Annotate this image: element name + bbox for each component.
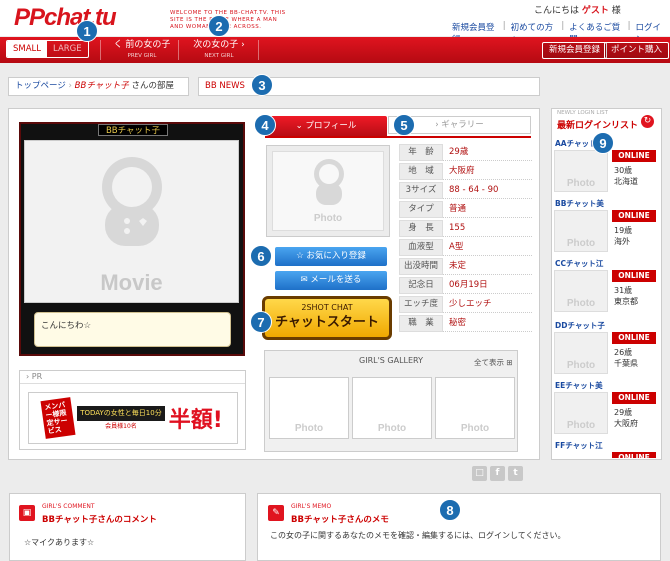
banner-badge: メンバー様限定サービス — [40, 397, 76, 439]
thumb: Photo — [554, 392, 608, 434]
thumb: Photo — [554, 210, 608, 252]
welcome-text: こんにちは ゲスト 様 — [534, 6, 621, 16]
banner-text: TODAYの女性と毎日10分 — [77, 406, 165, 421]
prev-girl-button[interactable]: く 前の女の子 PREV GIRL — [108, 40, 176, 62]
marker-7: 7 — [250, 311, 272, 333]
guest-name: ゲスト — [581, 6, 609, 16]
marker-2: 2 — [208, 15, 230, 37]
breadcrumb: トップページ › BBチャット子 さんの部屋 — [8, 77, 189, 96]
thumb: Photo — [554, 150, 608, 192]
marker-5: 5 — [393, 114, 415, 136]
comment-title: BBチャット子さんのコメント — [42, 515, 157, 525]
memo-title: BBチャット子さんのメモ — [291, 515, 389, 525]
memo-subtitle: GIRL'S MEMO — [291, 503, 332, 510]
chat-start-button[interactable]: 2SHOT CHAT チャットスタート — [262, 296, 392, 340]
comment-icon: ▣ — [19, 505, 35, 521]
profile-row: 年 齢 29歳 — [399, 144, 532, 161]
movie-player[interactable]: Movie — [24, 140, 239, 303]
movie-label: Movie — [100, 270, 163, 295]
size-small-button[interactable]: SMALL — [7, 41, 48, 57]
banner-half: 半額! — [168, 408, 223, 433]
pr-banner[interactable]: メンバー様限定サービス TODAYの女性と毎日10分 会員様10名 半額! — [28, 392, 238, 444]
profile-row: エッチ度 少しエッチ — [399, 296, 532, 313]
send-mail-button[interactable]: ✉ メールを送る — [275, 271, 387, 290]
share-icon[interactable]: □ — [472, 466, 487, 481]
online-badge: ONLINE — [612, 332, 656, 344]
marker-3: 3 — [251, 74, 273, 96]
twitter-icon[interactable]: t — [508, 466, 523, 481]
news-ticker[interactable]: BB NEWS — [198, 77, 540, 96]
profile-table: 年 齢 29歳 地 域大阪府 3サイズ 88 - 64 - 90 タイプ 普通 身 長… — [399, 144, 532, 334]
profile-photo[interactable]: Photo — [272, 151, 384, 231]
girl-name-label: BBチャット子 — [98, 124, 168, 136]
online-badge: ONLINE — [612, 210, 656, 222]
online-badge: ONLINE — [612, 392, 656, 404]
login-list-item[interactable]: CCチャット江 Photo ONLINE 31歳 東京都 — [554, 258, 658, 318]
gallery-show-all[interactable]: 全て表示 ⊞ — [474, 357, 513, 368]
profile-row: タイプ 普通 — [399, 201, 532, 218]
nav-divider — [100, 40, 101, 60]
breadcrumb-home[interactable]: トップページ — [15, 81, 66, 91]
site-logo[interactable]: PPchat.tu — [14, 4, 117, 32]
profile-row: 出没時間 未定 — [399, 258, 532, 275]
tab-underline — [265, 136, 531, 138]
marker-6: 6 — [250, 245, 272, 267]
gallery-photo[interactable]: Photo — [269, 377, 349, 439]
marker-4: 4 — [254, 114, 276, 136]
login-list-subtitle: NEWLY LOGIN LIST — [557, 110, 608, 116]
profile-row: 身 長 155 — [399, 220, 532, 237]
online-badge: ONLINE — [612, 150, 656, 162]
profile-row: 地 域大阪府 — [399, 163, 532, 180]
profile-row: 血液型 A型 — [399, 239, 532, 256]
thumb: Photo — [554, 332, 608, 374]
greeting-bubble: こんにちわ☆ — [34, 312, 231, 347]
marker-8: 8 — [439, 499, 461, 521]
comment-subtitle: GIRL'S COMMENT — [42, 503, 95, 510]
tab-profile[interactable]: ⌄ プロフィール — [265, 116, 387, 136]
login-list-item[interactable]: DDチャット子 Photo ONLINE 26歳 千葉県 — [554, 320, 658, 380]
girl-silhouette-icon — [314, 159, 344, 205]
banner-sub: 会員様10名 — [105, 423, 137, 430]
breadcrumb-girl: BBチャット子 — [74, 81, 129, 91]
login-list-title: 最新ログインリスト — [557, 121, 639, 131]
profile-row: 記念日 06月19日 — [399, 277, 532, 294]
size-toggle: SMALL LARGE — [6, 40, 89, 58]
comment-text: ☆マイクあります☆ — [24, 538, 95, 547]
favorite-button[interactable]: ☆ お気に入り登録 — [275, 247, 387, 266]
online-badge: ONLINE — [612, 270, 656, 282]
nav-divider — [178, 40, 179, 60]
girl-silhouette-icon — [102, 157, 162, 246]
online-badge: ONLINE — [612, 452, 656, 458]
login-list-item[interactable]: FFチャット江 ONLINE — [554, 440, 658, 458]
profile-row: 職 業秘密 — [399, 315, 532, 332]
refresh-icon[interactable]: ↻ — [641, 115, 654, 128]
site-slogan: WELCOME TO THE BB-CHAT.TV. THIS SITE IS … — [170, 10, 286, 30]
marker-1: 1 — [76, 20, 98, 42]
size-large-button[interactable]: LARGE — [47, 41, 88, 57]
memo-text: この女の子に関するあなたのメモを確認・編集するには、ログインしてください。 — [270, 531, 566, 540]
login-list-item[interactable]: EEチャット美 Photo ONLINE 29歳 大阪府 — [554, 380, 658, 440]
memo-pencil-icon: ✎ — [268, 505, 284, 521]
gallery-photo[interactable]: Photo — [435, 377, 515, 439]
buy-points-button[interactable]: ポイント購入 — [604, 42, 670, 59]
marker-9: 9 — [592, 132, 614, 154]
nav-divider — [258, 40, 259, 60]
next-girl-button[interactable]: 次の女の子 › NEXT GIRL — [184, 40, 254, 62]
gallery-photo[interactable]: Photo — [352, 377, 432, 439]
pr-header: › PR — [20, 371, 245, 384]
login-list-item[interactable]: BBチャット美 Photo ONLINE 19歳 海外 — [554, 198, 658, 258]
thumb: Photo — [554, 270, 608, 312]
facebook-icon[interactable]: f — [490, 466, 505, 481]
profile-row: 3サイズ 88 - 64 - 90 — [399, 182, 532, 199]
register-button[interactable]: 新規会員登録 — [542, 42, 608, 59]
